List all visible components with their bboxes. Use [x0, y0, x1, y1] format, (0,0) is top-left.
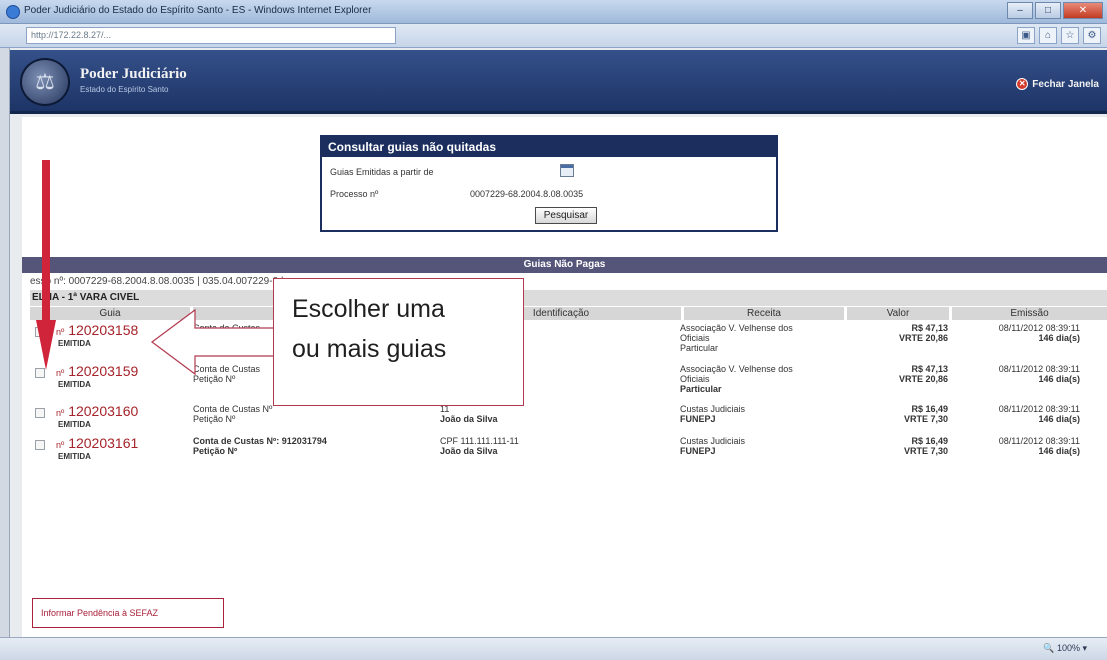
guide-valor: R$ 16,49 VRTE 7,30 [903, 404, 948, 424]
browser-icon [6, 5, 20, 19]
home-icon[interactable]: ⌂ [1039, 27, 1057, 44]
window-title: Poder Judiciário do Estado do Espírito S… [24, 5, 372, 16]
maximize-button[interactable]: □ [1035, 2, 1061, 19]
annotation-callout: Escolher uma ou mais guias [273, 278, 524, 406]
red-down-arrow [36, 160, 56, 370]
guide-status: EMITIDA [58, 339, 91, 348]
guide-number[interactable]: nº 120203159 [56, 363, 138, 379]
left-scroll-edge [0, 48, 10, 660]
results-header: Guias Não Pagas [22, 257, 1107, 273]
settings-icon[interactable]: ⚙ [1083, 27, 1101, 44]
callout-pointer-arrow [150, 308, 275, 376]
process-label: Processo nº [330, 189, 379, 199]
guide-number[interactable]: nº 120203158 [56, 322, 138, 338]
search-button[interactable]: Pesquisar [535, 207, 597, 224]
guide-valor: R$ 47,13 VRTE 20,86 [898, 364, 948, 384]
guide-number[interactable]: nº 120203160 [56, 403, 138, 419]
zoom-level[interactable]: 🔍 100% ▾ [1043, 643, 1087, 654]
guide-status: EMITIDA [58, 420, 91, 429]
guide-status: EMITIDA [58, 380, 91, 389]
guide-status: EMITIDA [58, 452, 91, 461]
guide-description: Conta de Custas Nº: 912031794 Petição Nº [193, 436, 327, 456]
brand-subtitle: Estado do Espírito Santo [80, 85, 169, 94]
guide-receita: Custas Judiciais FUNEPJ [680, 436, 746, 456]
window-titlebar: Poder Judiciário do Estado do Espírito S… [0, 0, 1107, 24]
guide-valor: R$ 47,13 VRTE 20,86 [898, 323, 948, 343]
court-name-line: ELHA - 1ª VARA CIVEL [30, 290, 1107, 306]
guide-receita: Associação V. Velhense dos Oficiais Partic… [680, 323, 793, 353]
guide-valor: R$ 16,49 VRTE 7,30 [903, 436, 948, 456]
callout-line-2: ou mais guias [292, 335, 447, 363]
guide-identification: CPF 111.111.111-11 João da Silva [440, 436, 519, 456]
coat-of-arms-logo: ⚖ [20, 58, 70, 106]
guide-receita: Custas Judiciais FUNEPJ [680, 404, 746, 424]
guide-emissao: 08/11/2012 08:39:11 146 dia(s) [998, 364, 1080, 384]
status-bar: 🔍 100% ▾ [0, 637, 1107, 660]
search-panel-title: Consultar guias não quitadas [322, 137, 776, 157]
guide-emissao: 08/11/2012 08:39:11 146 dia(s) [998, 404, 1080, 424]
compatibility-icon[interactable]: ▣ [1017, 27, 1035, 44]
search-panel: Consultar guias não quitadas Guias Emiti… [320, 135, 778, 232]
callout-line-1: Escolher uma [292, 295, 445, 323]
date-label: Guias Emitidas a partir de [330, 167, 434, 177]
column-valor: Valor [847, 307, 949, 320]
guide-identification: 11 João da Silva [440, 404, 498, 424]
address-bar: http://172.22.8.27/... ▣ ⌂ ☆ ⚙ [0, 24, 1107, 48]
guide-row: nº 120203160 EMITIDA Conta de Custas Nº P… [30, 403, 1107, 436]
guide-receita: Associação V. Velhense dos Oficiais Partic… [680, 364, 793, 394]
process-info-line: esso nº: 0007229-68.2004.8.08.0035 | 035… [30, 276, 284, 287]
column-receita: Receita [684, 307, 844, 320]
column-emissao: Emissão [952, 307, 1107, 320]
address-input[interactable]: http://172.22.8.27/... [26, 27, 396, 44]
report-to-sefaz-button[interactable]: Informar Pendência à SEFAZ [32, 598, 224, 628]
browser-tools: ▣ ⌂ ☆ ⚙ [1017, 27, 1101, 44]
main-content: Consultar guias não quitadas Guias Emiti… [22, 117, 1107, 637]
calendar-icon[interactable] [560, 164, 574, 177]
row-checkbox[interactable] [35, 440, 45, 450]
close-icon: ✕ [1016, 78, 1029, 90]
guide-emissao: 08/11/2012 08:39:11 146 dia(s) [998, 436, 1080, 456]
minimize-button[interactable]: – [1007, 2, 1033, 19]
process-number-value: 0007229-68.2004.8.08.0035 [470, 189, 584, 199]
guide-row: nº 120203161 EMITIDA Conta de Custas Nº:… [30, 435, 1107, 468]
brand-title: Poder Judiciário [80, 66, 187, 82]
star-icon[interactable]: ☆ [1061, 27, 1079, 44]
row-checkbox[interactable] [35, 408, 45, 418]
guide-description: Conta de Custas Nº Petição Nº [193, 404, 273, 424]
site-header: ⚖ Poder Judiciário Estado do Espírito Sa… [10, 50, 1107, 114]
close-page-label: Fechar Janela [1032, 78, 1099, 90]
close-window-button[interactable]: ✕ [1063, 2, 1103, 19]
window-controls: – □ ✕ [1007, 2, 1103, 19]
guide-emissao: 08/11/2012 08:39:11 146 dia(s) [998, 323, 1080, 343]
close-page-link[interactable]: ✕ Fechar Janela [1016, 78, 1099, 90]
guide-number[interactable]: nº 120203161 [56, 435, 138, 451]
